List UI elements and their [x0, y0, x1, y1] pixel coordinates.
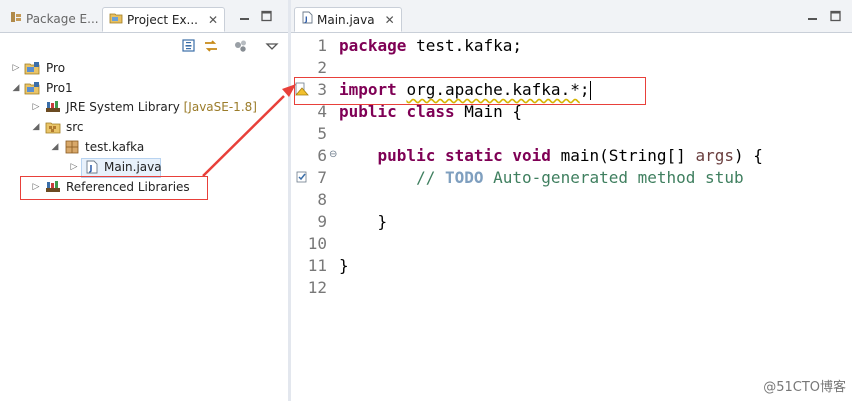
- annotation-arrow: [202, 84, 296, 177]
- watermark: @51CTO博客: [763, 380, 846, 395]
